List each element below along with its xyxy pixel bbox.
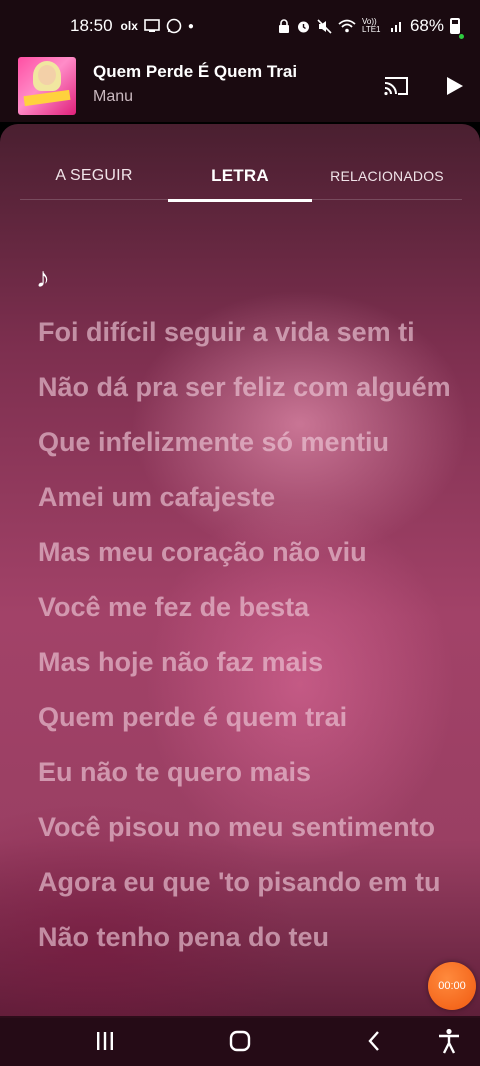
home-icon[interactable] (225, 1026, 255, 1056)
tab-relacionados[interactable]: RELACIONADOS (312, 152, 462, 200)
mute-icon (317, 18, 332, 34)
song-artist[interactable]: Manu (93, 88, 133, 106)
battery-icon (450, 18, 460, 34)
dot-icon: ● (187, 20, 194, 32)
lyric-line: Quem perde é quem trai (38, 702, 348, 732)
signal-icon (390, 22, 401, 32)
privacy-indicator-dot (459, 34, 464, 39)
lock-icon (278, 18, 289, 33)
network-label: Vo)) LTE1 (361, 17, 381, 34)
lyrics-panel[interactable]: A SEGUIR LETRA RELACIONADOS ♪ Foi difíci… (0, 124, 480, 1018)
lyric-line: Amei um cafajeste (38, 482, 276, 512)
system-icons: Vo)) LTE1 68% (278, 16, 460, 36)
lyric-line: Mas meu coração não viu (38, 537, 367, 567)
status-time: 18:50 (70, 16, 113, 35)
lyric-line: Você me fez de besta (38, 592, 310, 622)
recents-icon[interactable] (90, 1026, 120, 1056)
mini-player[interactable]: Quem Perde É Quem Trai Manu (0, 52, 480, 122)
system-nav-bar (0, 1016, 480, 1066)
back-icon[interactable] (360, 1026, 390, 1056)
album-cover[interactable] (18, 57, 76, 115)
lyric-line: Foi difícil seguir a vida sem ti (38, 317, 415, 347)
notification-icons: olx ● (121, 18, 194, 34)
lyric-line: Que infelizmente só mentiu (38, 427, 390, 457)
lyric-line: Agora eu que 'to pisando em tu (38, 867, 441, 897)
battery-level: 68% (409, 16, 444, 35)
lyrics-list: Foi difícil seguir a vida sem ti Não dá … (38, 314, 458, 974)
whatsapp-icon (166, 18, 182, 34)
lyric-line: Não tenho pena do teu (38, 922, 330, 952)
tab-bar: A SEGUIR LETRA RELACIONADOS (20, 152, 462, 202)
wifi-icon (338, 19, 356, 33)
floating-timer-badge[interactable]: 00:00 (428, 962, 476, 1010)
olx-icon: olx (120, 19, 138, 33)
music-note-icon: ♪ (36, 262, 50, 293)
tab-letra[interactable]: LETRA (168, 152, 312, 202)
song-title[interactable]: Quem Perde É Quem Trai (93, 62, 297, 82)
status-bar: 18:50 olx ● Vo)) LTE1 68% (0, 0, 480, 52)
tab-a-seguir[interactable]: A SEGUIR (20, 152, 168, 200)
lyric-line: Você pisou no meu sentimento (38, 812, 436, 842)
accessibility-icon[interactable] (434, 1026, 464, 1056)
lyric-line: Eu não te quero mais (38, 757, 312, 787)
lyric-line: Mas hoje não faz mais (38, 647, 324, 677)
lyric-line: Não dá pra ser feliz com alguém (38, 372, 451, 402)
cast-status-icon (144, 19, 160, 32)
alarm-icon (297, 21, 309, 32)
play-icon[interactable] (442, 74, 466, 98)
cast-icon[interactable] (382, 74, 410, 98)
